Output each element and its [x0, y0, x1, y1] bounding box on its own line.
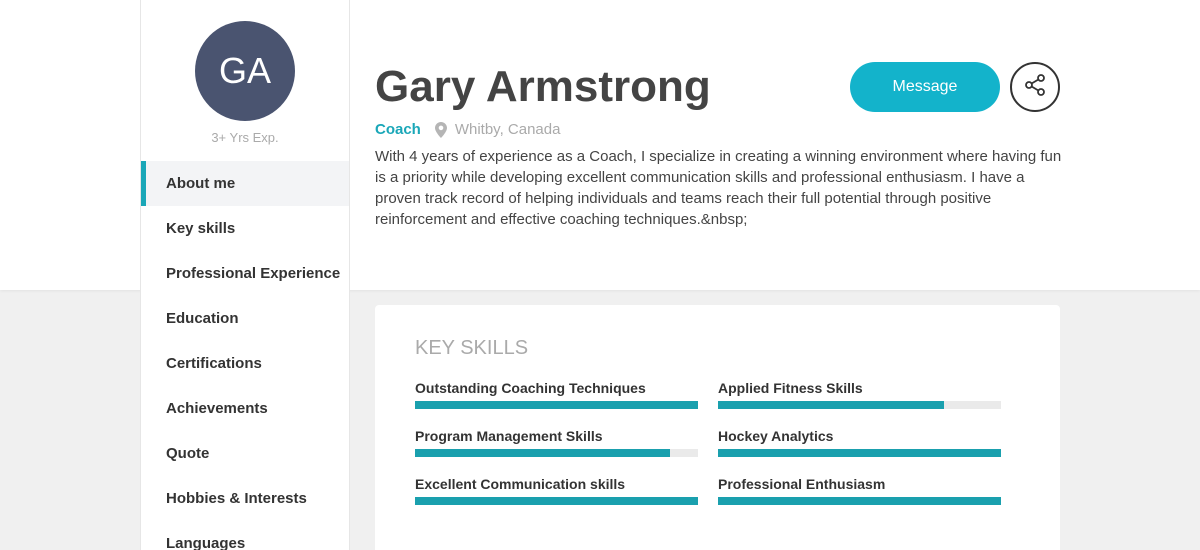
profile-name: Gary Armstrong — [375, 62, 711, 111]
skill-item: Program Management Skills — [415, 428, 698, 457]
experience-label: 3+ Yrs Exp. — [211, 130, 279, 145]
share-button[interactable] — [1010, 62, 1060, 112]
sidebar-item-key-skills[interactable]: Key skills — [141, 206, 349, 251]
sidebar-item-languages[interactable]: Languages — [141, 521, 349, 550]
profile-title: Coach — [375, 121, 421, 138]
profile-about: With 4 years of experience as a Coach, I… — [375, 148, 1062, 228]
skill-bar-fill — [718, 449, 1001, 457]
skill-item: Excellent Communication skills — [415, 476, 698, 505]
skill-bar — [718, 401, 1001, 409]
key-skills-card: KEY SKILLS Outstanding Coaching Techniqu… — [375, 305, 1060, 550]
skill-name: Program Management Skills — [415, 428, 603, 444]
sidebar-item-professional-experience[interactable]: Professional Experience — [141, 251, 349, 296]
skill-name: Professional Enthusiasm — [718, 476, 886, 492]
skill-bar-fill — [718, 497, 1001, 505]
profile-location: Whitby, Canada — [454, 121, 561, 138]
map-pin-icon — [434, 121, 447, 138]
share-icon — [1023, 73, 1047, 102]
skill-bar — [415, 401, 698, 409]
skill-item: Outstanding Coaching Techniques — [415, 380, 698, 409]
skill-bar — [415, 497, 698, 505]
message-button[interactable]: Message — [850, 62, 1000, 112]
sidebar-item-hobbies-interests[interactable]: Hobbies & Interests — [141, 476, 349, 521]
skill-item: Professional Enthusiasm — [718, 476, 1001, 505]
skill-bar-fill — [718, 401, 945, 409]
skill-bar — [718, 449, 1001, 457]
skill-bar — [415, 449, 698, 457]
skill-name: Excellent Communication skills — [415, 476, 626, 492]
avatar: GA — [195, 21, 295, 121]
skill-bar-fill — [415, 497, 698, 505]
sidebar-nav: About me Key skills Professional Experie… — [141, 161, 349, 550]
skill-name: Applied Fitness Skills — [718, 380, 863, 396]
skill-bar-fill — [415, 449, 670, 457]
sidebar: GA 3+ Yrs Exp. About me Key skills Profe… — [140, 0, 350, 550]
sidebar-item-education[interactable]: Education — [141, 296, 349, 341]
sidebar-item-quote[interactable]: Quote — [141, 431, 349, 476]
sidebar-item-about-me[interactable]: About me — [141, 161, 349, 206]
skill-name: Outstanding Coaching Techniques — [415, 380, 646, 396]
skill-name: Hockey Analytics — [718, 428, 834, 444]
key-skills-heading: KEY SKILLS — [415, 337, 529, 359]
skill-bar-fill — [415, 401, 698, 409]
profile-meta: Coach Whitby, Canada — [375, 121, 560, 138]
sidebar-item-certifications[interactable]: Certifications — [141, 341, 349, 386]
sidebar-item-achievements[interactable]: Achievements — [141, 386, 349, 431]
skill-bar — [718, 497, 1001, 505]
skill-item: Hockey Analytics — [718, 428, 1001, 457]
skill-item: Applied Fitness Skills — [718, 380, 1001, 409]
